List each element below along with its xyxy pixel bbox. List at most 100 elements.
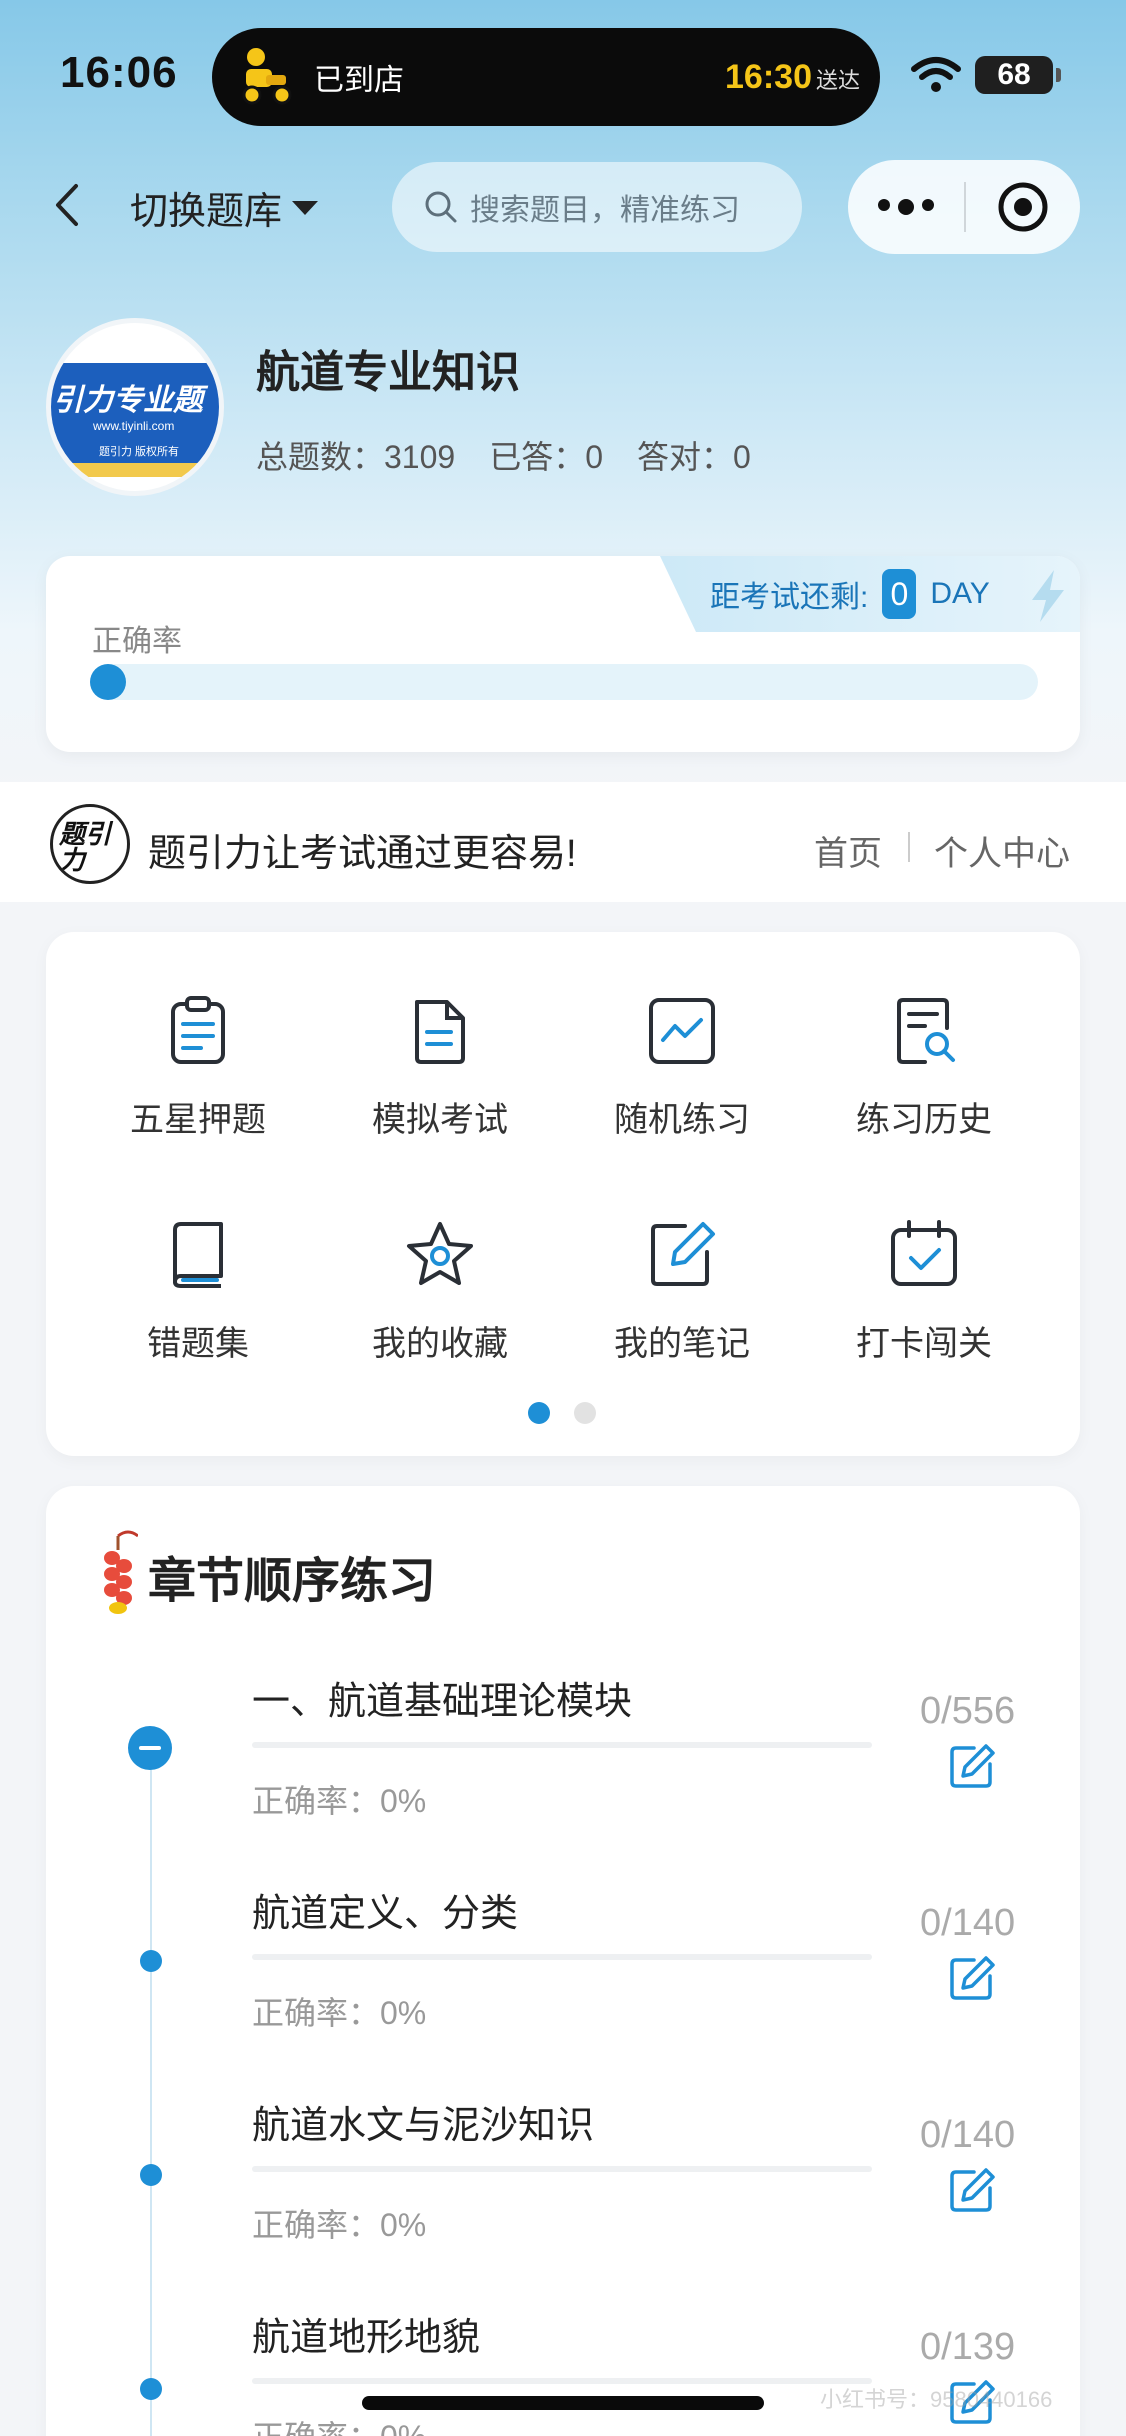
dynamic-island-activity[interactable]: 已到店 16:30 送达 bbox=[212, 28, 880, 126]
wifi-icon bbox=[910, 55, 962, 95]
history-search-icon bbox=[887, 994, 961, 1068]
feature-check-in[interactable]: 打卡闯关 bbox=[804, 1218, 1044, 1365]
pager-dots[interactable] bbox=[528, 1402, 596, 1424]
timeline-node bbox=[140, 2164, 162, 2186]
chapter-section-title: 章节顺序练习 bbox=[148, 1555, 437, 1608]
pager-dot-active[interactable] bbox=[528, 1402, 550, 1424]
bank-stats: 总题数：3109 已答：0 答对：0 bbox=[256, 432, 751, 478]
chapter-name: 一、航道基础理论模块 bbox=[252, 1681, 633, 1723]
chapter-name: 航道地形地貌 bbox=[252, 2317, 481, 2359]
slogan-bar: 题引力 题引力让考试通过更容易! 首页 个人中心 bbox=[0, 782, 1126, 902]
feature-wrong-questions[interactable]: 错题集 bbox=[78, 1218, 318, 1365]
feature-favorites[interactable]: 我的收藏 bbox=[320, 1218, 560, 1365]
chapter-count: 0/556 bbox=[920, 1690, 1016, 1732]
search-input[interactable]: 搜索题目，精准练习 bbox=[392, 162, 802, 252]
miniprogram-capsule bbox=[848, 160, 1080, 254]
chapter-practice-card: 章节顺序练习 一、航道基础理论模块 正确率：0% 0/556 航道定义、分类 正… bbox=[46, 1486, 1080, 2436]
bank-title: 航道专业知识 bbox=[256, 348, 520, 397]
book-icon bbox=[161, 1218, 235, 1292]
feature-label: 随机练习 bbox=[614, 1101, 750, 1139]
chapter-rate: 正确率：0% bbox=[252, 2412, 426, 2436]
brand-logo-text: 题引力 bbox=[59, 819, 112, 875]
edit-icon[interactable] bbox=[948, 1742, 996, 1790]
feature-random-practice[interactable]: 随机练习 bbox=[562, 994, 802, 1141]
countdown-label: 距考试还剩: bbox=[710, 581, 869, 614]
chapter-rate: 正确率：0% bbox=[252, 1783, 427, 1819]
document-icon bbox=[403, 994, 477, 1068]
home-indicator[interactable] bbox=[362, 2396, 764, 2410]
chapter-count: 0/140 bbox=[920, 1902, 1016, 1944]
feature-label: 模拟考试 bbox=[372, 1101, 508, 1139]
chapter-name: 航道水文与泥沙知识 bbox=[252, 2105, 595, 2147]
personal-center-link[interactable]: 个人中心 bbox=[934, 826, 1070, 875]
chapter-progress bbox=[252, 1954, 872, 1960]
delivery-scooter-icon bbox=[236, 45, 300, 109]
logo-copyright: 题引力 版权所有 bbox=[99, 446, 180, 458]
timeline-node bbox=[140, 1950, 162, 1972]
countdown-days: 0 bbox=[882, 569, 917, 619]
stat-answered: 已答：0 bbox=[489, 439, 604, 475]
calendar-check-icon bbox=[887, 1218, 961, 1292]
watermark: 小红书号：9580440166 bbox=[820, 2387, 1053, 2412]
feature-label: 错题集 bbox=[147, 1325, 249, 1363]
switch-bank-dropdown[interactable]: 切换题库 bbox=[130, 180, 319, 235]
logo-text: 引力专业题 bbox=[53, 384, 203, 417]
feature-notes[interactable]: 我的笔记 bbox=[562, 1218, 802, 1365]
collapse-icon[interactable] bbox=[128, 1726, 172, 1770]
eta-time: 16:30 bbox=[725, 57, 812, 96]
feature-five-star[interactable]: 五星押题 bbox=[78, 994, 318, 1141]
status-time: 16:06 bbox=[60, 48, 178, 97]
chapter-count: 0/140 bbox=[920, 2114, 1016, 2156]
brand-logo: 题引力 bbox=[50, 804, 130, 884]
countdown-unit: DAY bbox=[930, 577, 990, 610]
edit-icon[interactable] bbox=[948, 2166, 996, 2214]
firecracker-icon bbox=[98, 1528, 139, 1624]
caret-down-icon bbox=[292, 200, 319, 215]
feature-label: 我的收藏 bbox=[372, 1325, 508, 1363]
chapter-progress bbox=[252, 2378, 872, 2384]
chapter-row[interactable]: 航道水文与泥沙知识 正确率：0% 0/140 bbox=[46, 2094, 1080, 2306]
battery-indicator: 68 bbox=[975, 56, 1061, 94]
chapter-rate: 正确率：0% bbox=[252, 1995, 427, 2031]
accuracy-progress-track bbox=[90, 664, 1038, 700]
lightning-icon bbox=[1026, 568, 1070, 624]
slogan-text: 题引力让考试通过更容易! bbox=[148, 833, 577, 875]
chapter-progress bbox=[252, 2166, 872, 2172]
edit-icon[interactable] bbox=[948, 1954, 996, 2002]
feature-label: 五星押题 bbox=[130, 1101, 266, 1139]
back-arrow-icon[interactable] bbox=[48, 180, 88, 230]
home-link[interactable]: 首页 bbox=[814, 826, 882, 875]
status-bar: 16:06 已到店 16:30 送达 68 bbox=[0, 0, 1126, 150]
chapter-row[interactable]: 航道地形地貌 正确率：0% 0/139 bbox=[46, 2306, 1080, 2436]
note-edit-icon bbox=[645, 1218, 719, 1292]
stat-correct: 答对：0 bbox=[637, 439, 751, 475]
eta-suffix: 送达 bbox=[815, 67, 860, 93]
feature-label: 打卡闯关 bbox=[856, 1325, 992, 1363]
chapter-row[interactable]: 一、航道基础理论模块 正确率：0% 0/556 bbox=[46, 1670, 1080, 1882]
stat-total: 总题数：3109 bbox=[256, 439, 456, 475]
clipboard-icon bbox=[161, 994, 235, 1068]
accuracy-progress-knob bbox=[90, 664, 126, 700]
chapter-progress bbox=[252, 1742, 872, 1748]
chapter-count: 0/139 bbox=[920, 2326, 1016, 2368]
feature-label: 我的笔记 bbox=[614, 1325, 750, 1363]
close-miniprogram-icon[interactable] bbox=[966, 181, 1080, 233]
pager-dot[interactable] bbox=[574, 1402, 596, 1424]
chapter-name: 航道定义、分类 bbox=[252, 1893, 519, 1935]
feature-mock-exam[interactable]: 模拟考试 bbox=[320, 994, 560, 1141]
more-menu-icon[interactable] bbox=[848, 199, 964, 215]
feature-label: 练习历史 bbox=[856, 1101, 992, 1139]
activity-eta: 16:30 送达 bbox=[725, 58, 860, 97]
star-icon bbox=[403, 1218, 477, 1292]
question-bank-logo: 引力专业题 www.tiyinli.com 题引力 版权所有 bbox=[46, 318, 224, 496]
search-icon bbox=[424, 190, 458, 224]
trend-chart-icon bbox=[645, 994, 719, 1068]
activity-status: 已到店 bbox=[314, 64, 404, 97]
timeline-node bbox=[140, 2378, 162, 2400]
link-divider bbox=[908, 832, 910, 862]
switch-bank-label: 切换题库 bbox=[130, 191, 283, 233]
chapter-section-header: 章节顺序练习 bbox=[98, 1528, 436, 1624]
search-placeholder: 搜索题目，精准练习 bbox=[470, 194, 740, 227]
feature-practice-history[interactable]: 练习历史 bbox=[804, 994, 1044, 1141]
chapter-row[interactable]: 航道定义、分类 正确率：0% 0/140 bbox=[46, 1882, 1080, 2094]
